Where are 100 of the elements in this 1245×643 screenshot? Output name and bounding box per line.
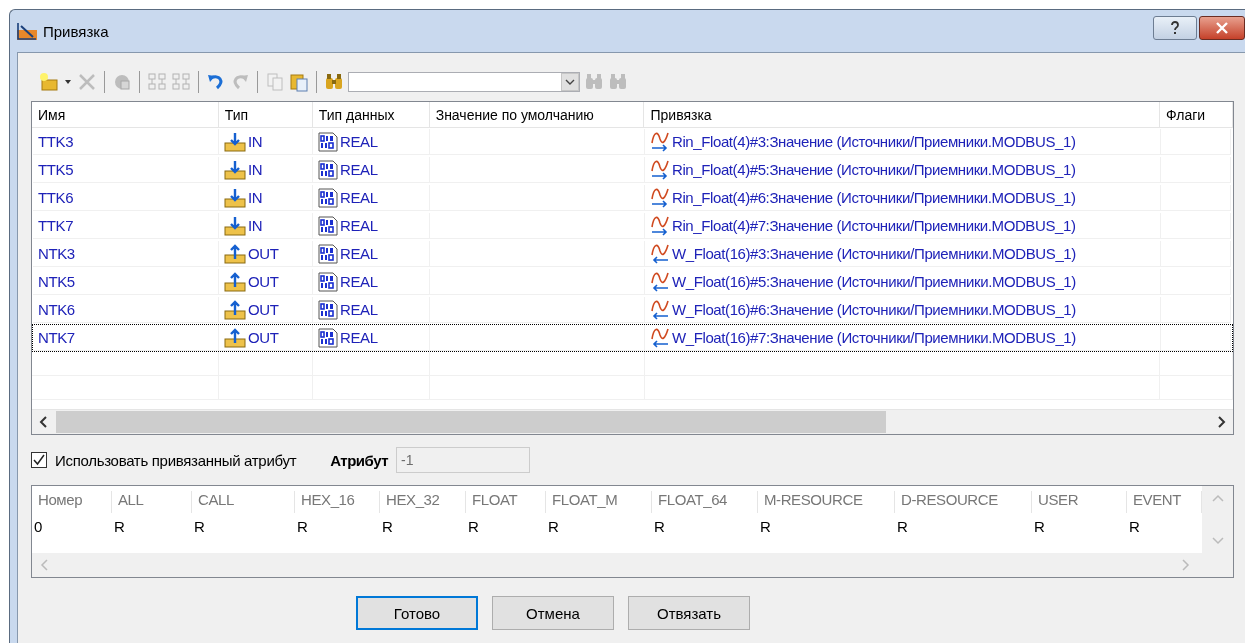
type-text: IN (248, 161, 263, 178)
column-header[interactable]: FLOAT_64 (652, 491, 758, 513)
binary-icon (318, 271, 338, 292)
folder-arrow-down-icon (224, 187, 246, 208)
table-cell-text: R (653, 518, 666, 535)
table-row[interactable]: TTK5 IN REAL Rin_Float(4)#5:Значение (Источники/Приемники.MODBUS_1) (32, 156, 1233, 184)
folder-arrow-up-icon (224, 327, 246, 348)
table-row[interactable]: NTK3 OUT REAL W_Float(16)#3:Значение (Источники/Приемники.MODBUS_1) (32, 240, 1233, 268)
table-cell-text: R (381, 518, 394, 535)
scrollbar-thumb[interactable] (56, 411, 886, 433)
binary-icon (318, 187, 338, 208)
checkbox-label: Использовать привязанный атрибут (55, 451, 297, 469)
column-header[interactable]: Имя (32, 102, 219, 127)
signal-wave-icon (650, 243, 670, 264)
data-type-text: REAL (340, 189, 378, 206)
binding-text: Rin_Float(4)#3:Значение (Источники/Приемники.MODBUS_1) (672, 133, 1076, 150)
signal-wave-icon (650, 187, 670, 208)
column-header[interactable]: EVENT (1127, 491, 1202, 513)
column-header[interactable]: Привязка (644, 102, 1161, 127)
column-header[interactable]: HEX_32 (380, 491, 466, 513)
data-type-text: REAL (340, 301, 378, 318)
data-type-text: REAL (340, 245, 378, 262)
column-header[interactable]: FLOAT_M (546, 491, 652, 513)
signal-wave-icon (650, 131, 670, 152)
column-header[interactable]: ALL (112, 491, 192, 513)
data-type-text: REAL (340, 329, 378, 346)
column-header[interactable]: M-RESOURCE (758, 491, 895, 513)
binding-text: Rin_Float(4)#7:Значение (Источники/Приемники.MODBUS_1) (672, 217, 1076, 234)
binding-text: Rin_Float(4)#5:Значение (Источники/Приемники.MODBUS_1) (672, 161, 1076, 178)
type-text: OUT (248, 301, 279, 318)
signal-wave-icon (650, 271, 670, 292)
dialog-button[interactable]: Отмена (492, 596, 614, 630)
app-icon (17, 22, 37, 40)
table-cell-text: R (759, 518, 772, 535)
type-text: IN (248, 189, 263, 206)
name-cell: TTK3 (33, 129, 219, 155)
type-text: OUT (248, 329, 279, 346)
binary-icon (318, 159, 338, 180)
column-header[interactable]: HEX_16 (295, 491, 380, 513)
data-type-text: REAL (340, 217, 378, 234)
folder-star-icon[interactable] (39, 72, 59, 92)
table-row[interactable]: NTK7 OUT REAL W_Float(16)#7:Значение (Источники/Приемники.MODBUS_1) (32, 324, 1233, 352)
binding-text: Rin_Float(4)#6:Значение (Источники/Приемники.MODBUS_1) (672, 189, 1076, 206)
binary-icon (318, 243, 338, 264)
name-cell: NTK3 (33, 241, 219, 267)
type-text: OUT (248, 245, 279, 262)
table-cell-text: R (113, 518, 126, 535)
paste-icon[interactable] (289, 72, 309, 92)
close-button[interactable] (1199, 16, 1245, 40)
column-header[interactable]: USER (1032, 491, 1127, 513)
folder-arrow-down-icon (224, 159, 246, 180)
close-icon (1216, 22, 1228, 34)
binary-icon (318, 299, 338, 320)
search-combo[interactable] (348, 72, 580, 92)
column-header[interactable]: Тип данных (312, 102, 430, 127)
name-cell: TTK7 (33, 213, 219, 239)
column-header[interactable]: D-RESOURCE (895, 491, 1032, 513)
table-cell-text: R (896, 518, 909, 535)
signal-wave-icon (650, 159, 670, 180)
table-row[interactable]: TTK7 IN REAL Rin_Float(4)#7:Значение (Источники/Приемники.MODBUS_1) (32, 212, 1233, 240)
binary-icon (318, 327, 338, 348)
table-cell-text: R (193, 518, 206, 535)
folder-arrow-up-icon (224, 299, 246, 320)
signal-wave-icon (650, 299, 670, 320)
table-row[interactable]: NTK6 OUT REAL W_Float(16)#6:Значение (Источники/Приемники.MODBUS_1) (32, 296, 1233, 324)
help-button[interactable] (1153, 16, 1197, 40)
folder-arrow-up-icon (224, 271, 246, 292)
signal-wave-icon (650, 327, 670, 348)
column-header[interactable]: Значение по умолчанию (429, 102, 645, 127)
column-header[interactable]: CALL (192, 491, 295, 513)
binary-icon (318, 215, 338, 236)
binding-text: W_Float(16)#7:Значение (Источники/Приемники.MODBUS_1) (672, 329, 1076, 346)
table-row[interactable]: NTK5 OUT REAL W_Float(16)#5:Значение (Источники/Приемники.MODBUS_1) (32, 268, 1233, 296)
folder-arrow-down-icon (224, 131, 246, 152)
table-row[interactable]: TTK3 IN REAL Rin_Float(4)#3:Значение (Источники/Приемники.MODBUS_1) (32, 128, 1233, 156)
data-type-text: REAL (340, 161, 378, 178)
name-cell: NTK6 (33, 297, 219, 323)
binoculars-icon[interactable] (324, 72, 344, 92)
signal-wave-icon (650, 215, 670, 236)
column-header[interactable]: Флаги (1160, 102, 1233, 127)
data-type-text: REAL (340, 133, 378, 150)
name-cell: TTK6 (33, 185, 219, 211)
folder-arrow-up-icon (224, 243, 246, 264)
name-cell: TTK5 (33, 157, 219, 183)
table-row[interactable]: TTK6 IN REAL Rin_Float(4)#6:Значение (Источники/Приемники.MODBUS_1) (32, 184, 1233, 212)
attribute-label: Атрибут (330, 451, 389, 469)
type-text: OUT (248, 273, 279, 290)
column-header[interactable]: FLOAT (466, 491, 546, 513)
column-header[interactable]: Номер (32, 491, 112, 513)
question-mark-icon (1170, 21, 1180, 35)
table-cell-text: R (1128, 518, 1141, 535)
folder-arrow-down-icon (224, 215, 246, 236)
dialog-button[interactable]: Отвязать (628, 596, 750, 630)
dialog-button[interactable]: Готово (356, 596, 478, 630)
column-header[interactable]: Тип (218, 102, 313, 127)
binding-text: W_Float(16)#6:Значение (Источники/Приемники.MODBUS_1) (672, 301, 1076, 318)
checkbox[interactable] (31, 452, 47, 468)
name-cell: NTK5 (33, 269, 219, 295)
type-text: IN (248, 217, 263, 234)
table-cell-text: 0 (33, 518, 44, 535)
